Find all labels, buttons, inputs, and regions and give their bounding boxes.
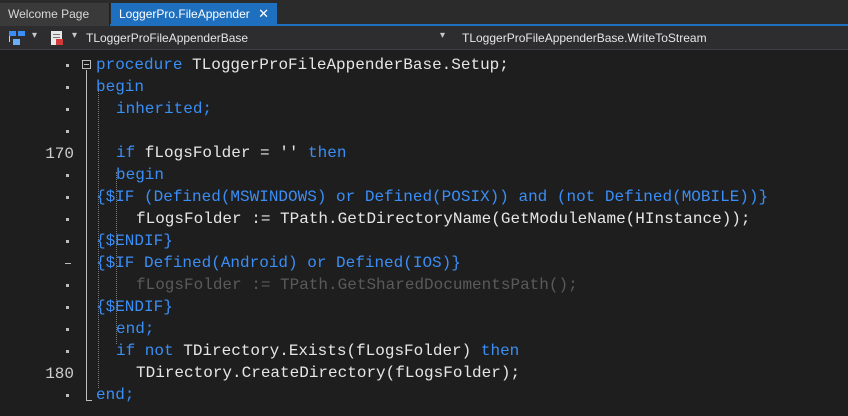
code-editor[interactable]: procedure TLoggerProFileAppenderBase.Set… (92, 50, 848, 416)
compiler-directive: {$ENDIF} (96, 298, 173, 316)
line-gutter: 170 180 (0, 50, 92, 416)
tab-welcome-page[interactable]: Welcome Page (0, 3, 110, 26)
code-line: if not TDirectory.Exists(fLogsFolder) th… (116, 342, 520, 360)
gutter-dot (66, 174, 69, 177)
code-line: procedure TLoggerProFileAppenderBase.Set… (96, 56, 509, 74)
gutter-dot (66, 284, 69, 287)
gutter-dot (66, 240, 69, 243)
code-line: begin (116, 166, 165, 184)
gutter-dot (66, 394, 69, 397)
editor-tab-bar: Welcome Page LoggerPro.FileAppender ✕ (0, 0, 848, 26)
compiler-directive: {$ENDIF} (96, 232, 173, 250)
class-selector[interactable]: TLoggerProFileAppenderBase (86, 31, 248, 45)
close-icon[interactable]: ✕ (258, 3, 269, 25)
code-line: begin (96, 78, 145, 96)
line-number: 180 (45, 365, 74, 383)
gutter-dot (66, 130, 69, 133)
compiler-directive: {$IF (Defined(MSWINDOWS) or Defined(POSI… (96, 188, 769, 206)
code-line: fLogsFolder := TPath.GetDirectoryName(Ge… (136, 210, 751, 228)
fold-line (86, 70, 87, 401)
method-selector[interactable]: TLoggerProFileAppenderBase.WriteToStream (462, 31, 707, 45)
gutter-dash (65, 263, 71, 264)
navigation-toolbar: ▾ ▾ TLoggerProFileAppenderBase ▾ TLogger… (0, 26, 848, 50)
tab-label: LoggerPro.FileAppender (119, 7, 250, 21)
code-line: if fLogsFolder = '' then (116, 144, 347, 162)
gutter-dot (66, 64, 69, 67)
gutter-dot (66, 196, 69, 199)
code-line: end; (116, 320, 155, 338)
chevron-down-icon[interactable]: ▾ (72, 30, 77, 41)
unit-file-icon[interactable] (50, 30, 64, 49)
chevron-down-icon[interactable]: ▾ (440, 30, 445, 41)
chevron-down-icon[interactable]: ▾ (32, 30, 37, 41)
gutter-dot (66, 306, 69, 309)
gutter-dot (66, 86, 69, 89)
structure-icon[interactable] (8, 30, 26, 49)
tab-label: Welcome Page (8, 7, 90, 21)
code-line: end; (96, 386, 135, 404)
fold-toggle-icon[interactable] (82, 60, 91, 69)
gutter-dot (66, 350, 69, 353)
gutter-dot (66, 108, 69, 111)
inactive-code-line: fLogsFolder := TPath.GetSharedDocumentsP… (136, 276, 578, 294)
line-number: 170 (45, 145, 74, 163)
gutter-dot (66, 218, 69, 221)
gutter-dot (66, 328, 69, 331)
compiler-directive: {$IF Defined(Android) or Defined(IOS)} (96, 254, 461, 272)
code-line: inherited; (116, 100, 213, 118)
tab-loggerpro-fileappender[interactable]: LoggerPro.FileAppender ✕ (111, 3, 277, 26)
code-line: TDirectory.CreateDirectory(fLogsFolder); (136, 364, 521, 382)
